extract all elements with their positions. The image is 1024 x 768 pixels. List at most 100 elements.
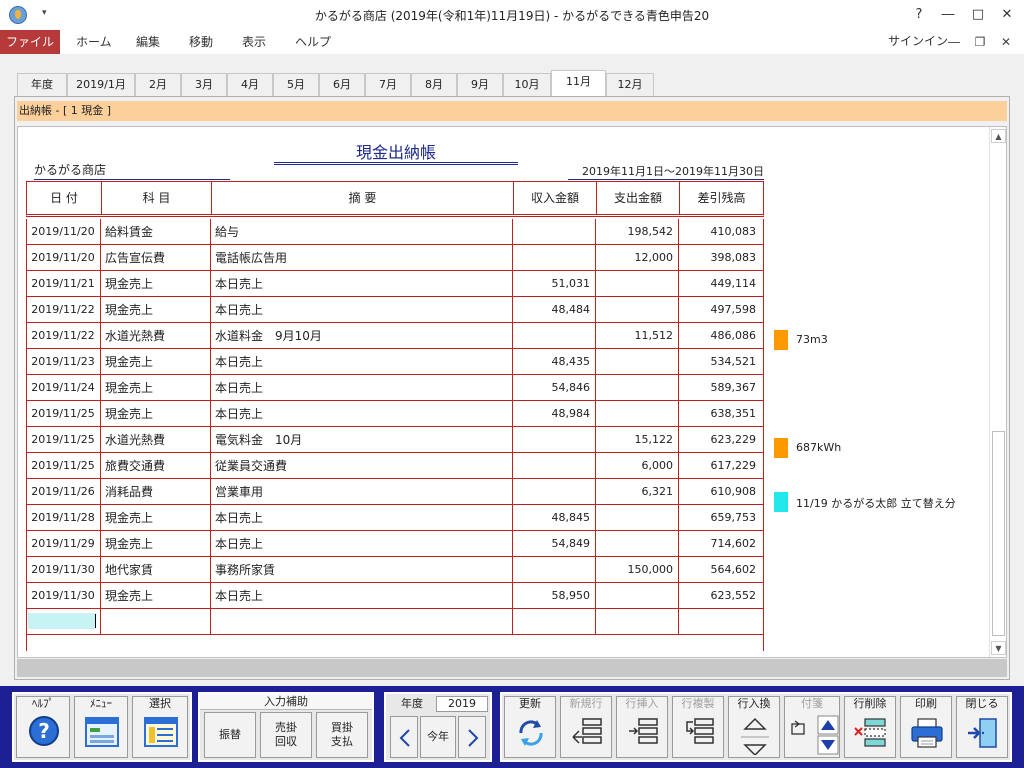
- cell-income[interactable]: [512, 323, 590, 349]
- cell-account[interactable]: 水道光熱費: [105, 427, 210, 453]
- cell-balance[interactable]: 497,598: [678, 297, 757, 323]
- cell-date[interactable]: 2019/11/30: [26, 557, 100, 583]
- cell-balance[interactable]: 623,229: [678, 427, 757, 453]
- cell-description[interactable]: 水道料金 9月10月: [215, 323, 510, 349]
- cell-account[interactable]: 現金売上: [105, 349, 210, 375]
- tab-apr[interactable]: 4月: [227, 73, 273, 96]
- cell-expense[interactable]: [595, 349, 673, 375]
- cell-description[interactable]: 事務所家賃: [215, 557, 510, 583]
- signin-link[interactable]: サインイン: [888, 30, 948, 52]
- menu-move[interactable]: 移動: [189, 30, 213, 54]
- cell-balance[interactable]: 617,229: [678, 453, 757, 479]
- cell-account[interactable]: 現金売上: [105, 271, 210, 297]
- cell-description[interactable]: 電気料金 10月: [215, 427, 510, 453]
- cell-income[interactable]: [512, 479, 590, 505]
- cell-date[interactable]: 2019/11/25: [26, 427, 100, 453]
- date-input[interactable]: [28, 613, 96, 629]
- scroll-thumb[interactable]: [992, 431, 1005, 636]
- insert-row-button[interactable]: 行挿入: [616, 696, 668, 758]
- cell-account[interactable]: 地代家賃: [105, 557, 210, 583]
- cell-income[interactable]: 54,846: [512, 375, 591, 401]
- cell-description[interactable]: 本日売上: [215, 583, 510, 609]
- cell-description[interactable]: 本日売上: [215, 401, 510, 427]
- select-toolbar-button[interactable]: 選択: [132, 696, 188, 758]
- print-button[interactable]: 印刷: [900, 696, 952, 758]
- menu-edit[interactable]: 編集: [136, 30, 160, 54]
- cell-description[interactable]: 本日売上: [215, 349, 510, 375]
- table-row[interactable]: 2019/11/28 現金売上 本日売上 48,845 659,753: [26, 505, 764, 531]
- next-year-button[interactable]: [458, 716, 486, 758]
- cell-expense[interactable]: [595, 401, 673, 427]
- cell-income[interactable]: 48,984: [512, 401, 591, 427]
- cell-expense[interactable]: 150,000: [595, 557, 674, 583]
- table-row[interactable]: 2019/11/23 現金売上 本日売上 48,435 534,521: [26, 349, 764, 375]
- cell-account[interactable]: 広告宣伝費: [105, 245, 210, 271]
- menu-toolbar-button[interactable]: ﾒﾆｭｰ: [74, 696, 128, 758]
- doc-close-button[interactable]: ✕: [996, 32, 1016, 52]
- cell-date[interactable]: 2019/11/20: [26, 219, 100, 245]
- minimize-button[interactable]: ―: [937, 4, 959, 26]
- cell-account[interactable]: 消耗品費: [105, 479, 210, 505]
- cell-account[interactable]: 給料賃金: [105, 219, 210, 245]
- table-row[interactable]: 2019/11/25 水道光熱費 電気料金 10月 15,122 623,229: [26, 427, 764, 453]
- cell-date[interactable]: 2019/11/22: [26, 297, 100, 323]
- cell-income[interactable]: [512, 453, 590, 479]
- tab-dec[interactable]: 12月: [606, 73, 654, 96]
- table-row[interactable]: 2019/11/25 現金売上 本日売上 48,984 638,351: [26, 401, 764, 427]
- cell-balance[interactable]: 610,908: [678, 479, 757, 505]
- table-row[interactable]: 2019/11/25 旅費交通費 従業員交通費 6,000 617,229: [26, 453, 764, 479]
- receivable-collect-button[interactable]: 売掛 回収: [260, 712, 312, 758]
- delete-row-button[interactable]: 行削除: [844, 696, 896, 758]
- cell-balance[interactable]: 398,083: [678, 245, 757, 271]
- cell-income[interactable]: 48,484: [512, 297, 591, 323]
- cell-expense[interactable]: 198,542: [595, 219, 674, 245]
- cell-account[interactable]: 現金売上: [105, 583, 210, 609]
- cell-expense[interactable]: 6,000: [595, 453, 674, 479]
- cell-expense[interactable]: 15,122: [595, 427, 674, 453]
- cell-income[interactable]: [512, 557, 590, 583]
- table-row[interactable]: 2019/11/30 地代家賃 事務所家賃 150,000 564,602: [26, 557, 764, 583]
- this-year-button[interactable]: 今年: [420, 716, 456, 758]
- cell-balance[interactable]: 659,753: [678, 505, 757, 531]
- refresh-button[interactable]: 更新: [504, 696, 556, 758]
- close-button[interactable]: 閉じる: [956, 696, 1008, 758]
- tab-aug[interactable]: 8月: [411, 73, 457, 96]
- cell-balance[interactable]: 564,602: [678, 557, 757, 583]
- tab-year[interactable]: 年度: [17, 73, 67, 96]
- help-button[interactable]: ?: [908, 4, 930, 26]
- cell-date[interactable]: 2019/11/21: [26, 271, 100, 297]
- scroll-down-icon[interactable]: ▼: [991, 641, 1006, 655]
- cell-date[interactable]: 2019/11/23: [26, 349, 100, 375]
- cell-income[interactable]: [512, 219, 590, 245]
- cell-date[interactable]: 2019/11/28: [26, 505, 100, 531]
- note-color-marker[interactable]: [774, 438, 788, 458]
- tab-may[interactable]: 5月: [273, 73, 319, 96]
- cell-date[interactable]: 2019/11/30: [26, 583, 100, 609]
- cell-balance[interactable]: 589,367: [678, 375, 757, 401]
- menu-help[interactable]: ヘルプ: [295, 30, 331, 54]
- cell-income[interactable]: 48,845: [512, 505, 591, 531]
- cell-balance[interactable]: 410,083: [678, 219, 757, 245]
- cell-balance[interactable]: 638,351: [678, 401, 757, 427]
- menu-view[interactable]: 表示: [242, 30, 266, 54]
- cell-description[interactable]: 給与: [215, 219, 510, 245]
- cell-balance[interactable]: 623,552: [678, 583, 757, 609]
- cell-date[interactable]: 2019/11/22: [26, 323, 100, 349]
- prev-year-button[interactable]: [390, 716, 418, 758]
- help-toolbar-button[interactable]: ﾍﾙﾌﾟ ?: [16, 696, 70, 758]
- maximize-button[interactable]: □: [967, 4, 989, 26]
- note-color-marker[interactable]: [774, 330, 788, 350]
- cell-date[interactable]: 2019/11/24: [26, 375, 100, 401]
- cell-expense[interactable]: 12,000: [595, 245, 674, 271]
- cell-account[interactable]: 現金売上: [105, 297, 210, 323]
- note-color-marker[interactable]: [774, 492, 788, 512]
- cell-expense[interactable]: [595, 505, 673, 531]
- copy-row-button[interactable]: 行複製: [672, 696, 724, 758]
- table-row[interactable]: 2019/11/29 現金売上 本日売上 54,849 714,602: [26, 531, 764, 557]
- cell-income[interactable]: [512, 245, 590, 271]
- payable-pay-button[interactable]: 買掛 支払: [316, 712, 368, 758]
- table-row[interactable]: 2019/11/20 給料賃金 給与 198,542 410,083: [26, 219, 764, 245]
- cell-income[interactable]: 51,031: [512, 271, 591, 297]
- cell-description[interactable]: 本日売上: [215, 375, 510, 401]
- tab-jun[interactable]: 6月: [319, 73, 365, 96]
